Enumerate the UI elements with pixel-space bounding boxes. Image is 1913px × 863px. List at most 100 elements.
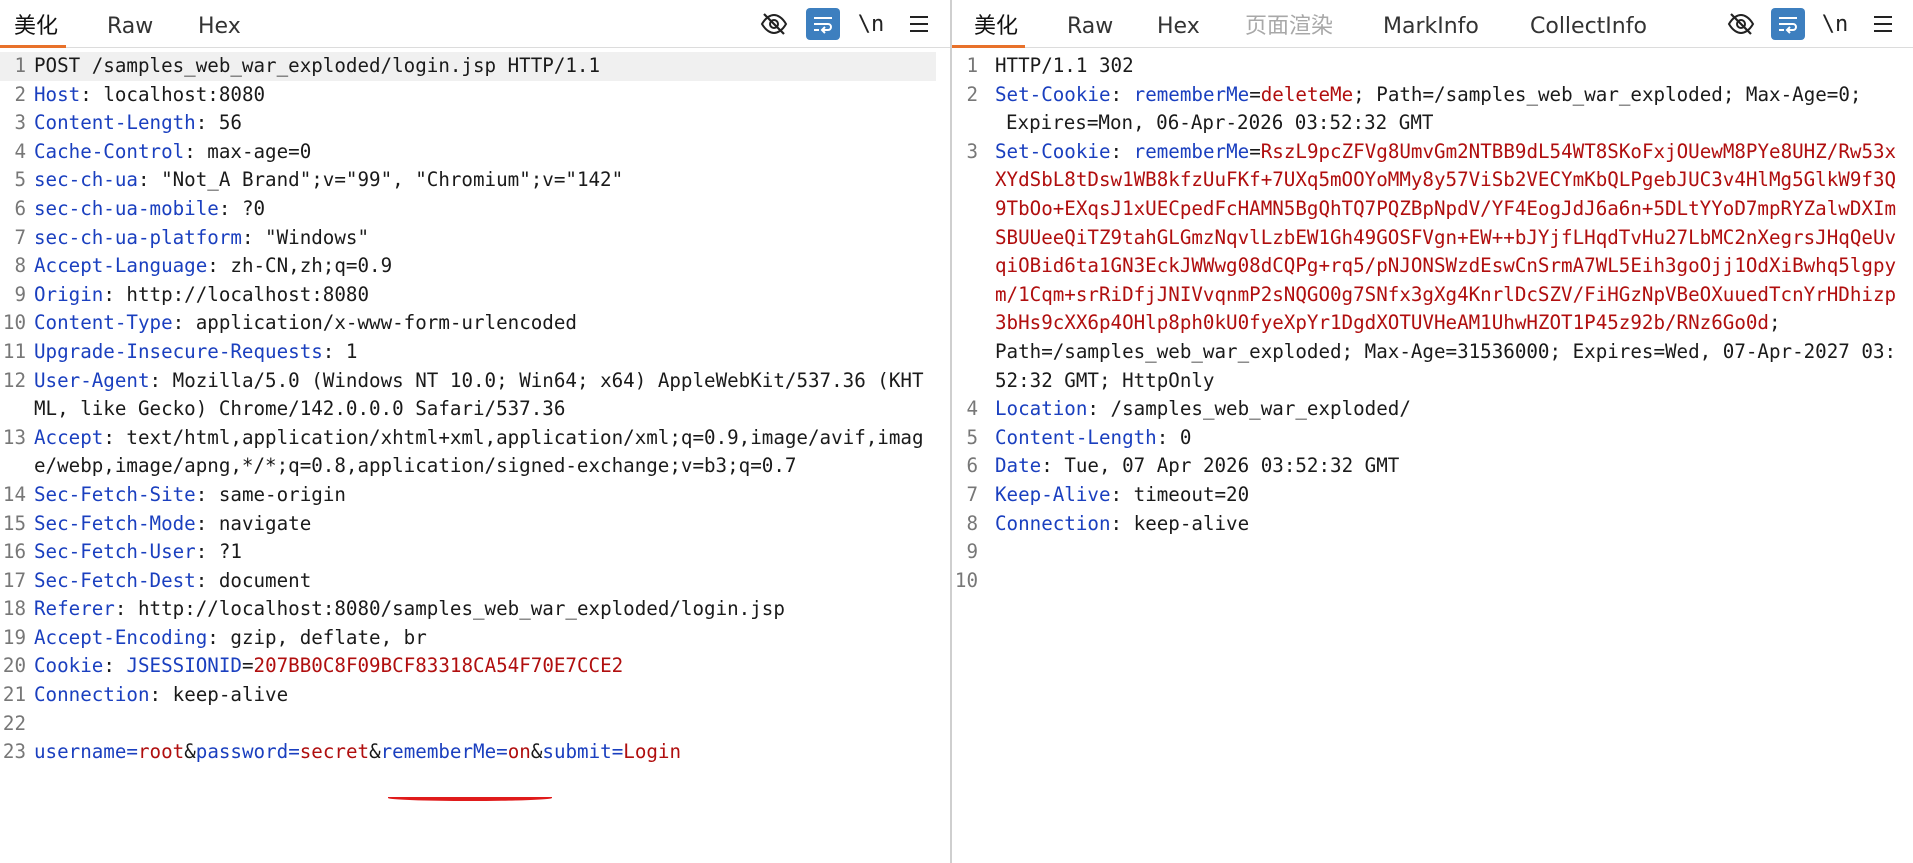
header-name: Connection bbox=[34, 683, 150, 707]
header-value: keep-alive bbox=[161, 683, 289, 707]
header-value: zh-CN,zh;q=0.9 bbox=[218, 254, 393, 278]
header-value: http://localhost:8080/samples_web_war_ex… bbox=[126, 597, 785, 621]
code-line: 5 Content-Length: 0 bbox=[952, 424, 1913, 453]
pane-menu-button[interactable] bbox=[902, 8, 936, 40]
hide-nonprintable-button[interactable] bbox=[757, 8, 791, 40]
header-value: http://localhost:8080 bbox=[114, 282, 370, 306]
tab-pretty[interactable]: 美化 bbox=[974, 12, 1018, 44]
line-content: Origin: http://localhost:8080 bbox=[34, 281, 924, 310]
pane-menu-button[interactable] bbox=[1866, 8, 1900, 40]
header-name: Sec-Fetch-Mode bbox=[34, 511, 196, 535]
header-value: keep-alive bbox=[1122, 511, 1250, 535]
line-number: 18 bbox=[2, 597, 26, 621]
wrap-lines-icon bbox=[814, 17, 832, 34]
code-line: 4 Cache-Control: max-age=0 bbox=[0, 138, 950, 167]
param-value: root bbox=[137, 740, 185, 764]
line-content: sec-ch-ua: "Not_A Brand";v="99", "Chromi… bbox=[34, 166, 924, 195]
wrap-lines-button[interactable] bbox=[1771, 8, 1805, 40]
tab-raw[interactable]: Raw bbox=[107, 12, 153, 44]
code-line: 8 Connection: keep-alive bbox=[952, 510, 1913, 539]
header-value: ?1 bbox=[207, 540, 242, 564]
header-value: navigate bbox=[207, 511, 312, 535]
header-name: sec-ch-ua bbox=[34, 168, 138, 192]
header-colon: : bbox=[218, 196, 231, 220]
header-colon: : bbox=[1110, 511, 1123, 535]
code-line: 7 Keep-Alive: timeout=20 bbox=[952, 481, 1913, 510]
line-content: Set-Cookie: rememberMe=RszL9pcZFVg8UmvGm… bbox=[995, 138, 1900, 395]
header-value: ?0 bbox=[230, 196, 266, 220]
line-number: 15 bbox=[2, 511, 26, 535]
header-colon: : bbox=[1110, 82, 1123, 106]
param-equals: = bbox=[126, 740, 138, 764]
line-number: 23 bbox=[2, 740, 26, 764]
request-pane: 美化 Raw Hex \n 1 POST /samples_web_war_exp… bbox=[0, 0, 950, 863]
param-value: on bbox=[507, 740, 531, 764]
line-number: 8 bbox=[14, 254, 26, 278]
code-line: 7 sec-ch-ua-platform: "Windows" bbox=[0, 224, 950, 253]
code-line: 5 sec-ch-ua: "Not_A Brand";v="99", "Chrom… bbox=[0, 166, 950, 195]
param-value: Login bbox=[623, 740, 682, 764]
param-separator: & bbox=[184, 740, 196, 764]
code-line: 14 Sec-Fetch-Site: same-origin bbox=[0, 481, 950, 510]
cookie-attributes-continued: Expires=Mon, 06-Apr-2026 03:52:32 GMT bbox=[1006, 111, 1434, 135]
line-content: Content-Length: 0 bbox=[995, 424, 1900, 453]
response-tabbar: 美化 Raw Hex 页面渲染 MarkInfo CollectInfo \n bbox=[952, 0, 1913, 48]
tab-hex[interactable]: Hex bbox=[198, 12, 241, 44]
line-content: Sec-Fetch-Site: same-origin bbox=[34, 481, 924, 510]
tab-pretty[interactable]: 美化 bbox=[14, 12, 58, 44]
cookie-name: rememberMe bbox=[1133, 82, 1250, 106]
show-newlines-button[interactable]: \n bbox=[854, 8, 888, 40]
tab-collectinfo[interactable]: CollectInfo bbox=[1530, 12, 1647, 44]
code-line: 3 Content-Length: 56 bbox=[0, 109, 950, 138]
line-number: 17 bbox=[2, 568, 26, 592]
code-line: 18 Referer: http://localhost:8080/samples… bbox=[0, 595, 950, 624]
header-name: Accept-Encoding bbox=[34, 625, 208, 649]
tab-hex[interactable]: Hex bbox=[1157, 12, 1200, 44]
response-editor[interactable]: 1 HTTP/1.1 302 2 Set-Cookie: rememberMe=del… bbox=[952, 52, 1913, 863]
header-value: "Not_A Brand";v="99", "Chromium";v="142" bbox=[149, 168, 624, 192]
line-number: 14 bbox=[2, 482, 26, 506]
header-value: Mozilla/5.0 (Windows NT 10.0; Win64; x64… bbox=[34, 368, 924, 421]
header-name: Content-Length bbox=[995, 425, 1157, 449]
line-content: POST /samples_web_war_exploded/login.jsp… bbox=[34, 52, 924, 81]
header-name: Set-Cookie bbox=[995, 82, 1111, 106]
header-colon: : bbox=[1156, 425, 1169, 449]
header-name: Referer bbox=[34, 597, 115, 621]
request-editor[interactable]: 1 POST /samples_web_war_exploded/login.js… bbox=[0, 52, 950, 863]
tab-raw[interactable]: Raw bbox=[1067, 12, 1113, 44]
header-name: Sec-Fetch-User bbox=[34, 540, 196, 564]
line-number: 7 bbox=[966, 482, 978, 506]
code-line: 23 username=root&password=secret&remember… bbox=[0, 738, 950, 767]
line-content: Cookie: JSESSIONID=207BB0C8F09BCF83318CA… bbox=[34, 652, 924, 681]
line-number: 16 bbox=[2, 540, 26, 564]
wrap-lines-icon bbox=[1779, 17, 1797, 34]
code-line: 21 Connection: keep-alive bbox=[0, 681, 950, 710]
show-newlines-button[interactable]: \n bbox=[1818, 8, 1852, 40]
code-line: 10 bbox=[952, 567, 1913, 596]
line-number: 3 bbox=[14, 111, 26, 135]
header-colon: : bbox=[241, 225, 254, 249]
line-content bbox=[995, 538, 1900, 567]
wrap-lines-button[interactable] bbox=[806, 8, 840, 40]
tab-markinfo[interactable]: MarkInfo bbox=[1383, 12, 1479, 44]
param-key: username bbox=[34, 740, 127, 764]
line-number: 2 bbox=[966, 82, 978, 106]
hamburger-menu-icon bbox=[910, 16, 928, 32]
status-line: HTTP/1.1 302 bbox=[995, 54, 1134, 77]
line-content: Accept-Encoding: gzip, deflate, br bbox=[34, 624, 924, 653]
cookie-name: rememberMe bbox=[1133, 139, 1250, 163]
request-line: POST /samples_web_war_exploded/login.jsp… bbox=[34, 54, 601, 77]
cookie-attributes: ; bbox=[1768, 311, 1781, 335]
line-content bbox=[34, 710, 924, 739]
line-content: Sec-Fetch-Dest: document bbox=[34, 567, 924, 596]
annotation-underline bbox=[388, 795, 552, 801]
code-line: 3 Set-Cookie: rememberMe=RszL9pcZFVg8UmvG… bbox=[952, 138, 1913, 395]
line-number: 10 bbox=[954, 568, 978, 592]
line-content bbox=[995, 567, 1900, 596]
line-number: 20 bbox=[2, 654, 26, 678]
header-name: Cookie bbox=[34, 654, 104, 678]
header-value: 56 bbox=[207, 111, 242, 135]
hide-nonprintable-button[interactable] bbox=[1724, 8, 1758, 40]
header-colon: : bbox=[103, 282, 115, 306]
